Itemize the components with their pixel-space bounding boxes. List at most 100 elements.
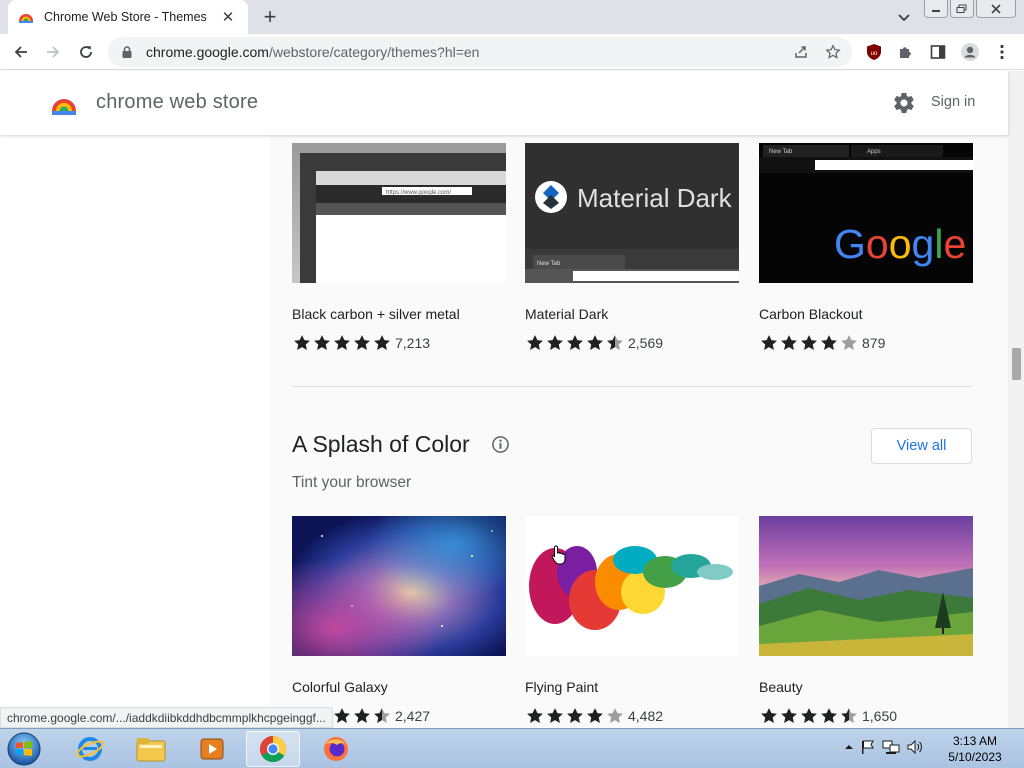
star-full-icon [547,708,563,723]
gear-icon[interactable] [892,91,916,115]
star-full-icon [294,335,310,350]
lock-icon[interactable] [120,45,134,59]
info-icon[interactable] [491,435,510,454]
side-panel-icon[interactable] [928,42,948,62]
rating-count: 7,213 [395,335,431,351]
sign-in-link[interactable]: Sign in [931,94,975,110]
svg-text:Apps: Apps [867,149,881,155]
star-full-icon [761,708,777,723]
media-player-icon[interactable] [185,731,239,767]
svg-text:https://www.google.com/: https://www.google.com/ [386,190,451,196]
volume-speaker-icon[interactable] [906,739,924,755]
star-full-icon [567,335,583,350]
clock-date: 5/10/2023 [948,750,1002,764]
rating-count: 2,427 [395,708,431,724]
theme-name[interactable]: Flying Paint [525,679,598,695]
restore-button[interactable] [950,0,974,18]
tab-chrome-web-store[interactable]: Chrome Web Store - Themes ✕ [8,0,248,34]
svg-text:New Tab: New Tab [537,261,561,267]
theme-thumbnail[interactable]: New Tab Apps Google [759,143,973,283]
rating: 7,213 [292,333,430,353]
section-title: A Splash of Color [292,431,470,457]
rating-count: 1,650 [862,708,898,724]
svg-text:Material Dark: Material Dark [577,183,733,213]
tab-search-chevron-down-icon[interactable] [893,7,915,29]
star-full-icon [587,708,603,723]
star-full-icon [334,335,350,350]
theme-name[interactable]: Beauty [759,679,803,695]
star-full-icon [567,708,583,723]
profile-avatar-icon[interactable] [960,42,980,62]
star-full-icon [354,335,370,350]
forward-arrow-icon[interactable] [41,40,65,64]
star-full-icon [821,335,837,350]
star-full-icon [781,335,797,350]
close-window-button[interactable] [976,0,1016,18]
new-tab-button[interactable]: + [258,4,282,29]
theme-name[interactable]: Black carbon + silver metal [292,306,460,322]
clock-time: 3:13 AM [952,734,998,748]
network-icon[interactable] [882,739,900,755]
star-full-icon [547,335,563,350]
url-text[interactable]: chrome.google.com/webstore/category/them… [146,44,479,60]
scrollbar-thumb[interactable] [1012,348,1021,380]
action-center-flag-icon[interactable] [860,739,876,755]
svg-text:uo: uo [871,51,878,57]
star-full-icon [314,335,330,350]
minimize-button[interactable] [924,0,948,18]
theme-thumbnail[interactable] [292,516,506,656]
star-full-icon [781,708,797,723]
star-full-icon [527,335,543,350]
address-bar[interactable]: chrome.google.com/webstore/category/them… [108,37,852,67]
star-empty-icon [607,708,623,723]
extensions-puzzle-icon[interactable] [896,42,916,62]
file-explorer-icon[interactable] [124,731,178,767]
star-full-icon [821,708,837,723]
more-vertical-icon[interactable] [992,42,1012,62]
theme-thumbnail[interactable] [525,516,739,656]
reload-icon[interactable] [74,40,98,64]
theme-name[interactable]: Carbon Blackout [759,306,863,322]
theme-name[interactable]: Colorful Galaxy [292,679,388,695]
chrome-web-store-logo-icon[interactable] [50,89,78,117]
rating-count: 2,569 [628,335,664,351]
theme-thumbnail[interactable]: https://www.google.com/ [292,143,506,283]
star-full-icon [761,335,777,350]
window-controls [924,0,1016,18]
back-arrow-icon[interactable] [9,40,33,64]
rating-count: 879 [862,335,886,351]
status-bar-url: chrome.google.com/.../iaddkdiibkddhdbcmm… [0,707,333,728]
chrome-taskbar-icon[interactable] [246,731,300,767]
browser-toolbar: chrome.google.com/webstore/category/them… [0,34,1024,70]
close-tab-icon[interactable]: ✕ [218,7,238,27]
store-name[interactable]: chrome web store [96,91,258,114]
windows-taskbar: 3:13 AM 5/10/2023 [0,728,1024,768]
theme-name[interactable]: Material Dark [525,306,608,322]
windows-start-icon[interactable] [6,731,42,767]
rating: 4,482 [525,706,663,726]
store-header: chrome web store Sign in [0,71,1008,135]
tab-strip: Chrome Web Store - Themes ✕ + [0,0,1024,34]
theme-thumbnail[interactable] [759,516,973,656]
star-half-icon [607,335,623,350]
share-icon[interactable] [792,43,810,61]
system-tray [844,739,924,755]
star-full-icon [801,335,817,350]
show-hidden-icons-icon[interactable] [844,742,854,752]
page-content: https://www.google.com/ Black carbon + s… [0,135,1008,728]
left-sidebar [0,135,270,728]
star-full-icon [527,708,543,723]
tab-title: Chrome Web Store - Themes [44,10,207,24]
chrome-web-store-favicon-icon [19,14,33,23]
firefox-icon[interactable] [309,731,363,767]
star-half-icon [841,708,857,723]
view-all-button[interactable]: View all [871,428,972,464]
rating-count: 4,482 [628,708,664,724]
bookmark-star-icon[interactable] [824,43,842,61]
page-scrollbar[interactable] [1008,71,1024,728]
theme-thumbnail[interactable]: Material Dark New Tab [525,143,739,283]
taskbar-clock[interactable]: 3:13 AM 5/10/2023 [940,733,1010,765]
internet-explorer-icon[interactable] [63,731,117,767]
ublock-origin-icon[interactable]: uo [864,42,884,62]
svg-text:Google: Google [834,221,966,267]
